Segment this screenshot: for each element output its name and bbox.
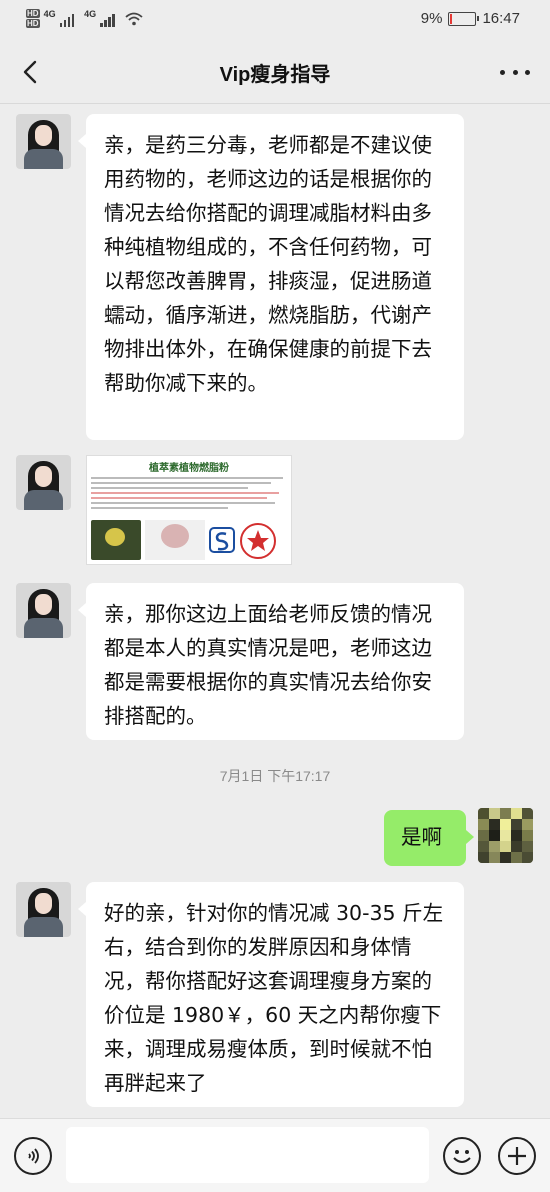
network-type-1: 4G	[43, 9, 56, 19]
battery-level	[450, 13, 453, 24]
contact-avatar[interactable]	[16, 114, 71, 169]
battery-icon	[448, 11, 480, 26]
chat-title: Vip瘦身指导	[219, 64, 331, 86]
status-bar: HD HD 4G 4G 9% 16:47	[0, 0, 550, 40]
product-photo	[91, 520, 141, 560]
message-text: 是啊	[401, 825, 442, 849]
status-left: HD HD 4G 4G	[26, 9, 143, 29]
contact-avatar[interactable]	[16, 882, 71, 937]
clock: 16:47	[482, 10, 520, 27]
more-functions-button[interactable]	[498, 1137, 536, 1175]
image-message[interactable]: 植萃素植物燃脂粉	[86, 455, 292, 565]
plus-icon	[508, 1147, 526, 1165]
image-title: 植萃素植物燃脂粉	[149, 463, 229, 474]
message-input[interactable]	[66, 1127, 429, 1183]
network-type-2: 4G	[84, 9, 97, 19]
hd-tag-1: HD	[26, 9, 40, 18]
voice-button[interactable]	[14, 1137, 52, 1175]
self-avatar[interactable]	[478, 808, 533, 863]
battery-percent: 9%	[420, 10, 443, 27]
chat-header: Vip瘦身指导	[0, 40, 550, 104]
emoji-button[interactable]	[443, 1137, 481, 1175]
input-bar	[0, 1118, 550, 1192]
powder-photo	[145, 520, 205, 560]
signal-icon	[59, 12, 75, 27]
message-bubble[interactable]: 好的亲，针对你的情况减 30-35 斤左右，结合到你的发胖原因和身体情况，帮你搭…	[78, 882, 464, 1107]
message-timestamp: 7月1日 下午17:17	[219, 768, 331, 784]
more-dots-icon	[500, 69, 505, 75]
hd-tag-2: HD	[26, 19, 40, 28]
hd-tags: HD HD	[26, 9, 40, 29]
wifi-icon	[125, 12, 143, 26]
message-bubble[interactable]: 亲，是药三分毒，老师都是不建议使用药物的，老师这边的话是根据你的情况去给你搭配的…	[78, 114, 464, 440]
self-message-bubble[interactable]: 是啊	[384, 810, 474, 866]
more-button[interactable]	[500, 62, 530, 82]
contact-avatar[interactable]	[16, 583, 71, 638]
image-pictures	[91, 518, 287, 560]
quality-mark-icon	[209, 524, 235, 560]
signal-icon-2	[100, 12, 115, 27]
contact-avatar[interactable]	[16, 455, 71, 510]
emoji-icon	[453, 1150, 471, 1163]
voice-icon	[28, 1148, 39, 1164]
image-text-lines	[91, 477, 287, 509]
message-text: 亲，是药三分毒，老师都是不建议使用药物的，老师这边的话是根据你的情况去给你搭配的…	[104, 133, 432, 395]
certification-seal-icon	[239, 522, 277, 560]
message-text: 好的亲，针对你的情况减 30-35 斤左右，结合到你的发胖原因和身体情况，帮你搭…	[104, 901, 444, 1095]
message-text: 亲，那你这边上面给老师反馈的情况都是本人的真实情况是吧，老师这边都是需要根据你的…	[104, 602, 432, 728]
message-bubble[interactable]: 亲，那你这边上面给老师反馈的情况都是本人的真实情况是吧，老师这边都是需要根据你的…	[78, 583, 464, 740]
status-right: 9% 16:47	[421, 10, 520, 27]
